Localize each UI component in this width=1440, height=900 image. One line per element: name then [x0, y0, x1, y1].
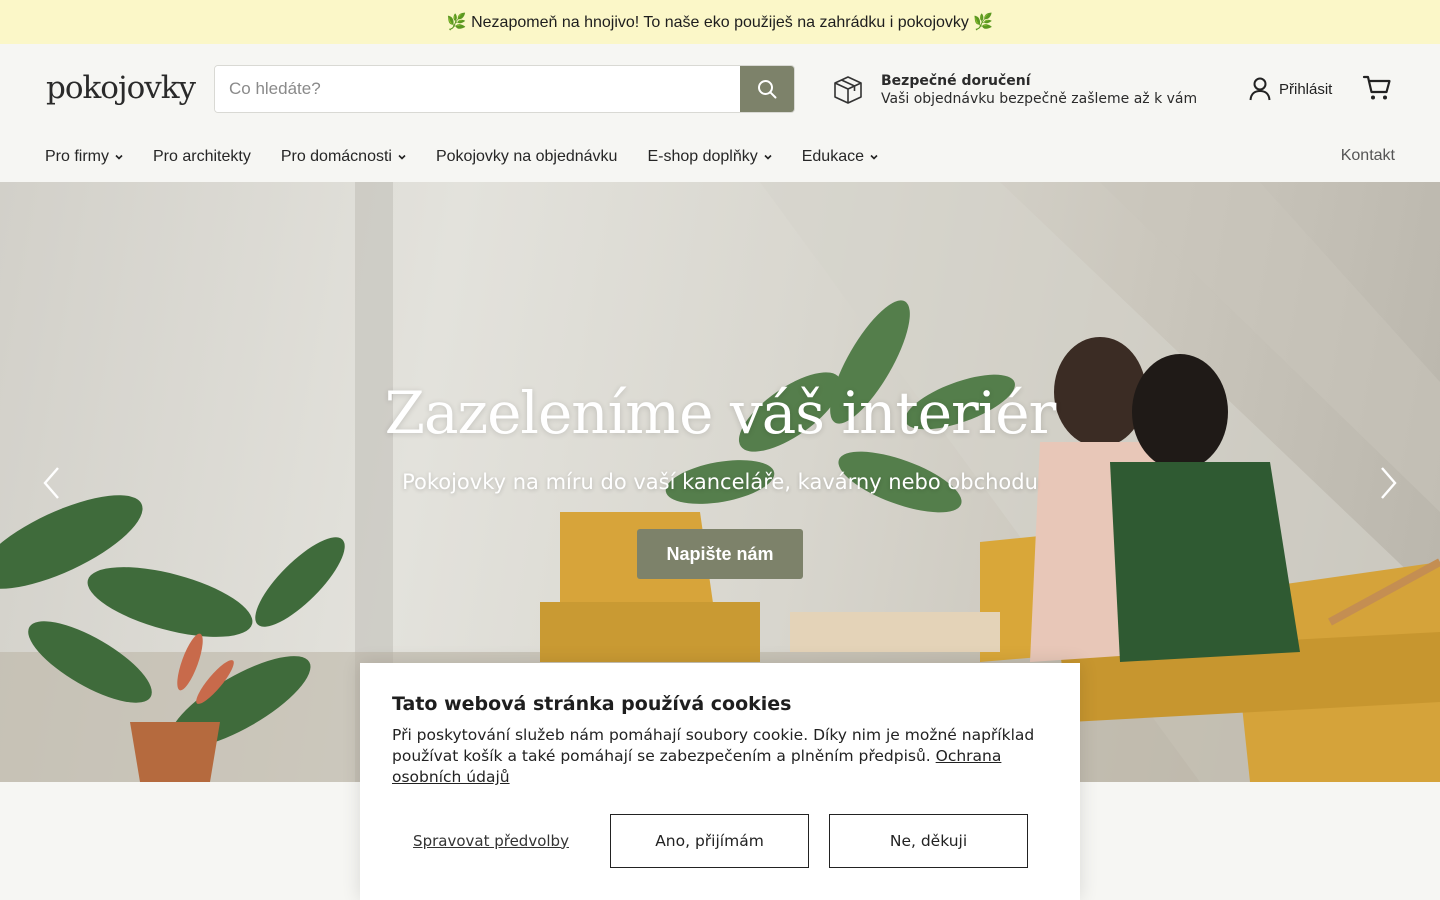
hero-subtitle: Pokojovky na míru do vaší kanceláře, kav… — [402, 470, 1038, 494]
announcement-bar: 🌿 Nezapomeň na hnojivo! To naše eko použ… — [0, 0, 1440, 44]
package-icon — [834, 76, 862, 104]
nav-item-pokojovky-na-objednavku[interactable]: Pokojovky na objednávku — [436, 148, 617, 166]
chevron-down-icon — [870, 154, 878, 160]
site-logo[interactable]: pokojovky — [46, 70, 196, 106]
nav-item-kontakt[interactable]: Kontakt — [1341, 147, 1395, 165]
cookie-title: Tato webová stránka používá cookies — [392, 693, 792, 715]
cart-icon — [1362, 75, 1391, 100]
delivery-subtitle: Vaši objednávku bezpečně zašleme až k vá… — [881, 91, 1198, 107]
cookie-text: Při poskytování služeb nám pomáhají soub… — [392, 726, 1035, 786]
manage-preferences-link[interactable]: Spravovat předvolby — [392, 832, 590, 851]
chevron-down-icon — [115, 154, 123, 160]
main-nav: Pro firmy Pro architekty Pro domácnosti … — [0, 132, 1440, 182]
arrow-left-icon[interactable] — [40, 465, 64, 501]
search-input[interactable] — [215, 66, 740, 112]
site-header: pokojovky Bezpečné doručení Vaši objedná… — [0, 44, 1440, 132]
cookie-dialog: Tato webová stránka používá cookies Při … — [360, 663, 1080, 900]
login-link[interactable]: Přihlásit — [1249, 77, 1332, 101]
cookie-actions: Spravovat předvolby Ano, přijímám Ne, dě… — [392, 814, 1028, 868]
hero-cta-button[interactable]: Napište nám — [637, 529, 803, 579]
search-button[interactable] — [740, 66, 794, 112]
search-icon — [758, 80, 777, 99]
announcement-text: 🌿 Nezapomeň na hnojivo! To naše eko použ… — [446, 14, 994, 31]
login-label: Přihlásit — [1279, 80, 1333, 98]
decline-cookies-button[interactable]: Ne, děkuji — [829, 814, 1028, 868]
nav-item-pro-architekty[interactable]: Pro architekty — [153, 148, 251, 166]
nav-item-edukace[interactable]: Edukace — [802, 148, 878, 166]
nav-item-eshop-doplnky[interactable]: E-shop doplňky — [647, 148, 772, 166]
cart-button[interactable] — [1362, 74, 1392, 107]
user-icon — [1249, 77, 1271, 101]
arrow-right-icon[interactable] — [1376, 465, 1400, 501]
delivery-info: Bezpečné doručení Vaši objednávku bezpeč… — [832, 72, 1197, 108]
nav-item-pro-firmy[interactable]: Pro firmy — [45, 148, 123, 166]
chevron-down-icon — [764, 154, 772, 160]
delivery-title: Bezpečné doručení — [881, 73, 1031, 89]
search-bar — [214, 65, 795, 113]
chevron-down-icon — [398, 154, 406, 160]
nav-item-pro-domacnosti[interactable]: Pro domácnosti — [281, 148, 406, 166]
accept-cookies-button[interactable]: Ano, přijímám — [610, 814, 809, 868]
hero-title: Zazeleníme váš interiér — [384, 379, 1057, 447]
